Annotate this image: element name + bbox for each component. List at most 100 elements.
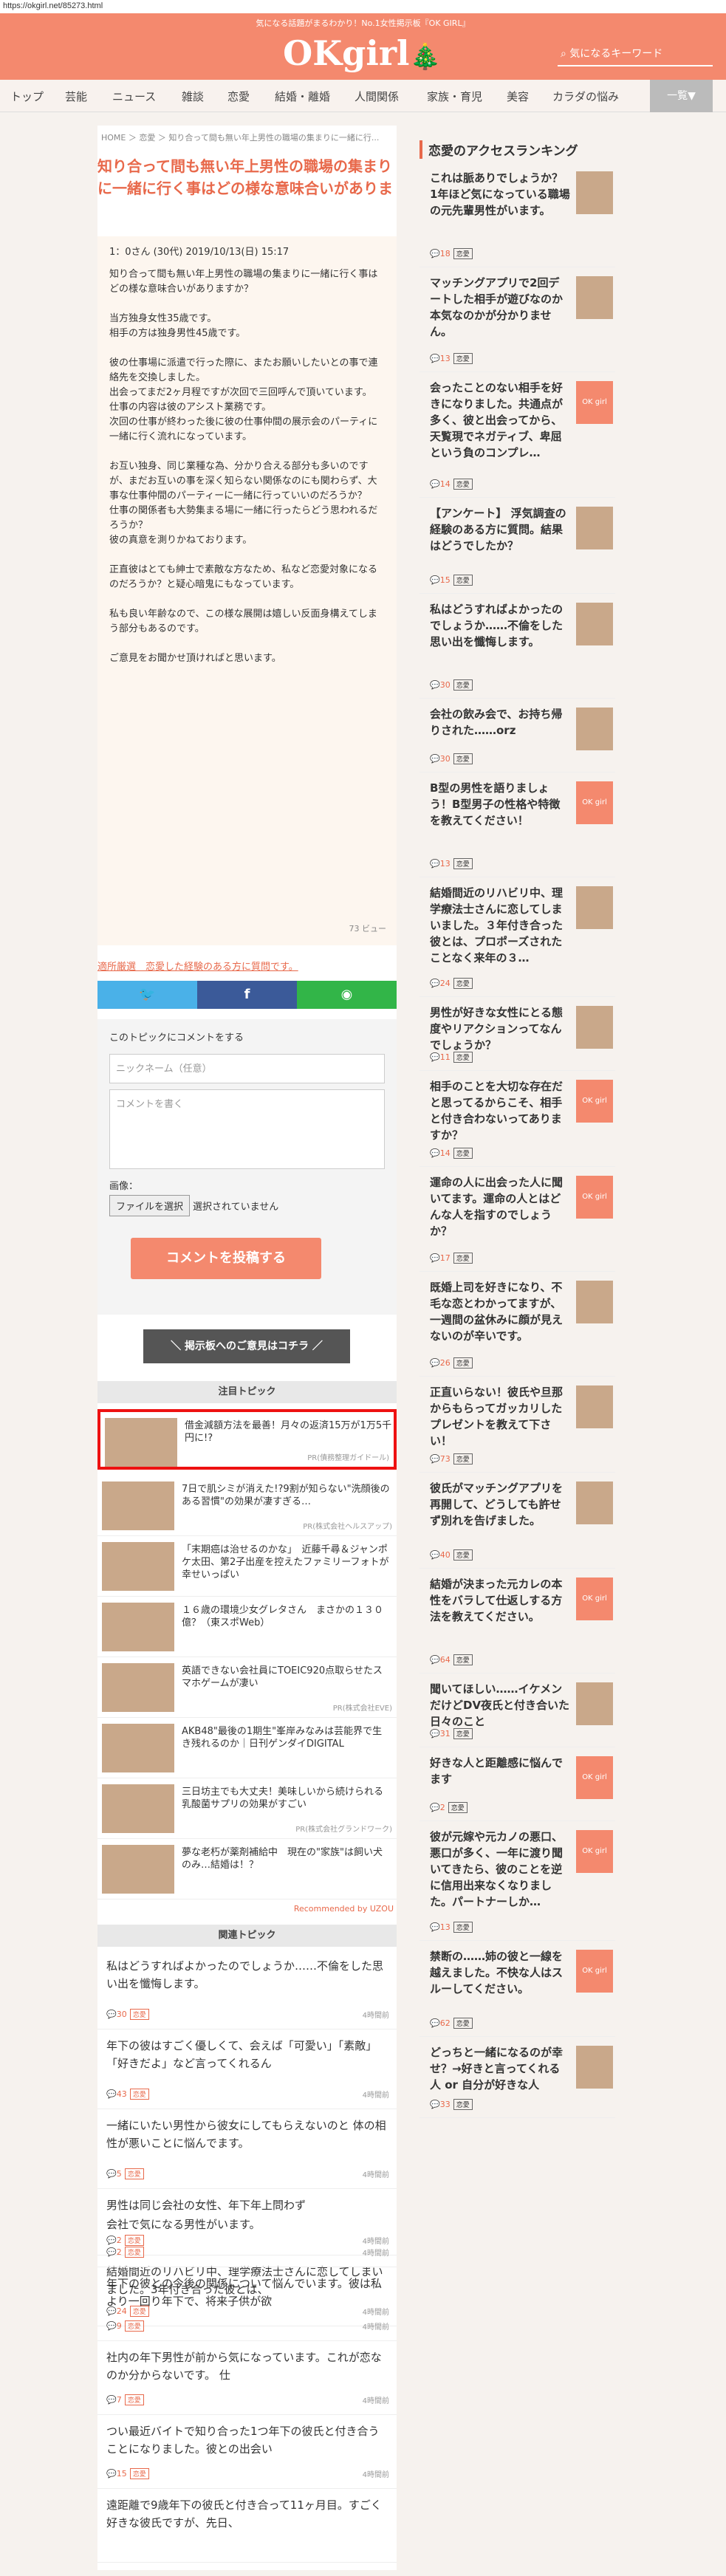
site-logo[interactable]: OKgirl🎄 [273, 31, 451, 75]
ranking-item[interactable]: 運命の人に出会った人に聞いてます。運命の人とはどんな人を指すのでしょうか？ OK … [419, 1167, 615, 1272]
nav-item[interactable]: 家族・育児 [427, 89, 482, 104]
image-label: 画像： [109, 1181, 139, 1192]
ranking-item[interactable]: 彼が元嫁や元カノの悪口、悪口が多く、一年に渡り聞いてきたら、彼のことを逆に信用出… [419, 1821, 615, 1941]
ranking-thumb [576, 1385, 613, 1428]
nav-item[interactable]: 雑談 [182, 89, 204, 104]
ranking-item[interactable]: 結婚間近のリハビリ中、理学療法士さんに恋してしまいました。３年付き合った彼とは、… [419, 877, 615, 997]
related-item[interactable]: 社内の年下男性が前から気になっています。これが恋なのか分からないです。 仕 💬7 恋… [97, 2341, 397, 2415]
nav-item[interactable]: カラダの悩み [552, 89, 619, 104]
featured-item[interactable]: 三日坊主でも大丈夫！美味しいから続けられる乳酸菌サプリの効果がすごい PR(株式会… [97, 1778, 397, 1839]
ranking-meta: 💬2 恋愛 [430, 1802, 468, 1813]
ranking-meta: 💬13 恋愛 [430, 353, 473, 364]
ranking-item[interactable]: 私はどうすればよかったのでしょうか……不倫をした思い出を懺悔します。 💬30 恋愛 [419, 594, 615, 699]
related-item[interactable]: 遠距離で9歳年下の彼氏と付き合って11ヶ月目。すごく好きな彼氏ですが、先日、 [97, 2489, 397, 2563]
sidebar: 恋愛のアクセスランキング これは脈ありでしょうか？1年ほど気になっている職場の元… [419, 133, 615, 2422]
related-item[interactable]: 会社で気になる男性がいます。 💬2 恋愛 4時間前 [97, 2208, 397, 2267]
feedback-button[interactable]: ＼ 掲示板へのご意見はコチラ ／ [143, 1329, 350, 1363]
related-meta: 💬43 恋愛 [106, 2089, 149, 2100]
related-item[interactable]: 一緒にいたい男性から彼女にしてもらえないのと 体の相性が悪いことに悩んでます。 💬… [97, 2109, 397, 2189]
nav-item[interactable]: トップ [10, 89, 44, 104]
comment-icon: 💬 [430, 1803, 440, 1812]
ranking-item[interactable]: 相手のことを大切な存在だと思ってるからこそ、相手と付き合わないってありますか？ O… [419, 1071, 615, 1167]
comment-icon: 💬 [430, 1358, 440, 1368]
ranking-item[interactable]: 会社の飲み会で、お持ち帰りされた……orz 💬30 恋愛 [419, 699, 615, 773]
ranking-item[interactable]: 好きな人と距離感に悩んでます OK girl 💬2 恋愛 [419, 1747, 615, 1821]
featured-item[interactable]: 英語できない会社員にTOEIC920点取らせたスマホゲームが凄い PR(株式会社E… [97, 1657, 397, 1718]
featured-item[interactable]: 7日で肌シミが消えた!?9割が知らない"洗顔後のある習慣"の効果が凄すぎる… PR… [97, 1476, 397, 1536]
featured-title: １６歳の環境少女グレタさん まさかの１３０億？（東スポWeb） [182, 1605, 384, 1628]
comment-icon: 💬 [430, 979, 440, 988]
related-item[interactable]: 私はどうすればよかったのでしょうか……不倫をした思い出を懺悔します。 💬30 恋愛 4… [97, 1950, 397, 2029]
featured-item[interactable]: 夢な老朽が薬剤補給中 現在の"家族"は飼い犬のみ…結婚は！？ [97, 1839, 397, 1900]
ranking-thumb: OK girl [576, 381, 613, 424]
breadcrumb-item[interactable]: 恋愛 [139, 133, 155, 143]
search-input[interactable]: ⌕ 気になるキーワード [558, 41, 713, 66]
featured-thumb [102, 1542, 174, 1591]
ranking-thumb: OK girl [576, 1176, 613, 1219]
ranking-title: どっちと一緒になるのが幸せ？→好きと言ってくれる人 or 自分が好きな人 [430, 2046, 564, 2092]
twitter-share-button[interactable]: 🐦 [97, 981, 197, 1009]
ranking-meta: 💬31 恋愛 [430, 1728, 473, 1739]
line-share-button[interactable]: ◉ [297, 981, 397, 1009]
comment-count: 30 [116, 2010, 127, 2019]
site-header: 気になる話題がまるわかり！No.1女性掲示板『OK GIRL』 OKgirl🎄 … [0, 13, 726, 80]
ranking-title: 男性が好きな女性にとる態度やリアクションってなんでしょうか？ [430, 1006, 564, 1052]
facebook-share-button[interactable]: f [197, 981, 297, 1009]
comment-icon: 💬 [430, 479, 440, 489]
ranking-title: 彼氏がマッチングアプリを再開して、どうしても許せず別れを告げました。 [430, 1481, 564, 1527]
tree-icon: 🎄 [409, 42, 441, 72]
comment-icon: 💬 [106, 2321, 117, 2331]
featured-item[interactable]: 借金減額方法を最善！月々の返済15万が1万5千円に!? PR(債務整理ガイドール) [97, 1409, 397, 1470]
ranking-item[interactable]: これは脈ありでしょうか？1年ほど気になっている職場の元先輩男性がいます。 💬18 恋… [419, 162, 615, 267]
nav-item[interactable]: 芸能 [65, 89, 87, 104]
comment-count: 7 [116, 2395, 122, 2405]
ranking-item[interactable]: 男性が好きな女性にとる態度やリアクションってなんでしょうか？ 💬11 恋愛 [419, 997, 615, 1071]
submit-comment-button[interactable]: コメントを投稿する [131, 1238, 321, 1279]
ranking-item[interactable]: 結婚が決まった元カレの本性をバラして仕返しする方法を教えてください。 OK gir… [419, 1569, 615, 1674]
breadcrumb-item[interactable]: HOME [101, 133, 126, 143]
browser-url[interactable]: https://okgirl.net/85273.html [0, 0, 726, 13]
ranking-item[interactable]: 会ったことのない相手を好きになりました。共通点が多く、彼と出会ってから、天覧現で… [419, 372, 615, 498]
ranking-item[interactable]: 正直いらない！彼氏や旦那からもらってガッカリしたプレゼントを教えて下さい！ 💬73… [419, 1377, 615, 1473]
file-select-button[interactable]: ファイルを選択 [109, 1195, 191, 1216]
nav-item[interactable]: 恋愛 [227, 89, 250, 104]
ranking-item[interactable]: マッチングアプリで2回デートした相手が遊びなのか本気なのかが分かりません。 💬13… [419, 267, 615, 372]
comment-textarea[interactable]: コメントを書く [109, 1089, 385, 1169]
ranking-meta: 💬40 恋愛 [430, 1549, 473, 1561]
ranking-item[interactable]: 聞いてほしい……イケメンだけどDV夜氏と付き合いた日々のこと 💬31 恋愛 [419, 1674, 615, 1747]
nav-item[interactable]: ニュース [112, 89, 156, 104]
recommended-by[interactable]: Recommended by UZOU [294, 1904, 394, 1914]
featured-item[interactable]: １６歳の環境少女グレタさん まさかの１３０億？（東スポWeb） [97, 1597, 397, 1657]
comment-icon: 💬 [106, 2010, 117, 2019]
related-item[interactable]: 年下の彼との今後の関係について悩んでいます。彼は私より一回り年下で、将来子供が欲… [97, 2267, 397, 2341]
category-tag: 恋愛 [448, 1802, 468, 1813]
related-meta: 💬7 恋愛 [106, 2394, 144, 2405]
related-question-link[interactable]: 適所厳選 恋愛した経験のある方に質問です。 [97, 959, 298, 973]
featured-item[interactable]: AKB48"最後の1期生"峯岸みなみは芸能界で生き残れるのか｜日刊ゲンダイDIG… [97, 1718, 397, 1778]
ranking-item[interactable]: B型の男性を語りましょう！B型男子の性格や特徴を教えてください！ OK girl 💬… [419, 773, 615, 877]
ranking-item[interactable]: どっちと一緒になるのが幸せ？→好きと言ってくれる人 or 自分が好きな人 💬33 恋… [419, 2037, 615, 2118]
ranking-item[interactable]: 【アンケート】 浮気調査の経験のある方に質問。結果はどうでしたか？ 💬15 恋愛 [419, 498, 615, 594]
post-paragraph: 正直彼はとても紳士で素敵な方なため、私など恋愛対象になるのだろうか？と疑心暗鬼に… [109, 564, 377, 590]
featured-item[interactable]: 「末期癌は治せるのかな」 近藤千尋＆ジャンポケ太田、第2子出産を控えたファミリー… [97, 1536, 397, 1597]
comment-count: 73 [439, 1454, 451, 1464]
ranking-meta: 💬14 恋愛 [430, 1148, 473, 1159]
related-item[interactable]: 年下の彼はすごく優しくて、会えば「可愛い」「素敵」「好きだよ」など言ってくれるん… [97, 2029, 397, 2109]
file-status: 選択されていません [193, 1202, 279, 1213]
category-tag: 恋愛 [453, 1253, 473, 1264]
ranking-thumb [576, 1006, 613, 1049]
ranking-item[interactable]: 彼氏がマッチングアプリを再開して、どうしても許せず別れを告げました。 💬40 恋愛 [419, 1473, 615, 1569]
nav-more-button[interactable]: 一覧▼ [650, 80, 713, 112]
related-item[interactable]: つい最近バイトで知り合った1つ年下の彼氏と付き合うことになりました。彼との出会い… [97, 2415, 397, 2489]
comment-icon: 💬 [430, 1052, 440, 1062]
ranking-item[interactable]: 既婚上司を好きになり、不毛な恋とわかってますが、一週間の盆休みに顔が見えないのが… [419, 1272, 615, 1377]
nav-item[interactable]: 結婚・離婚 [275, 89, 330, 104]
comment-icon: 💬 [106, 2247, 117, 2257]
nav-item[interactable]: 美容 [507, 89, 529, 104]
featured-source: PR(株式会社EVE) [332, 1705, 392, 1713]
ranking-meta: 💬14 恋愛 [430, 479, 473, 490]
ranking-title: マッチングアプリで2回デートした相手が遊びなのか本気なのかが分かりません。 [430, 276, 564, 338]
nickname-input[interactable]: ニックネーム（任意） [109, 1054, 385, 1083]
nav-item[interactable]: 人間関係 [355, 89, 399, 104]
ranking-item[interactable]: 禁断の……姉の彼と一線を越えました。不快な人はスルーしてください。 OK girl… [419, 1941, 615, 2037]
